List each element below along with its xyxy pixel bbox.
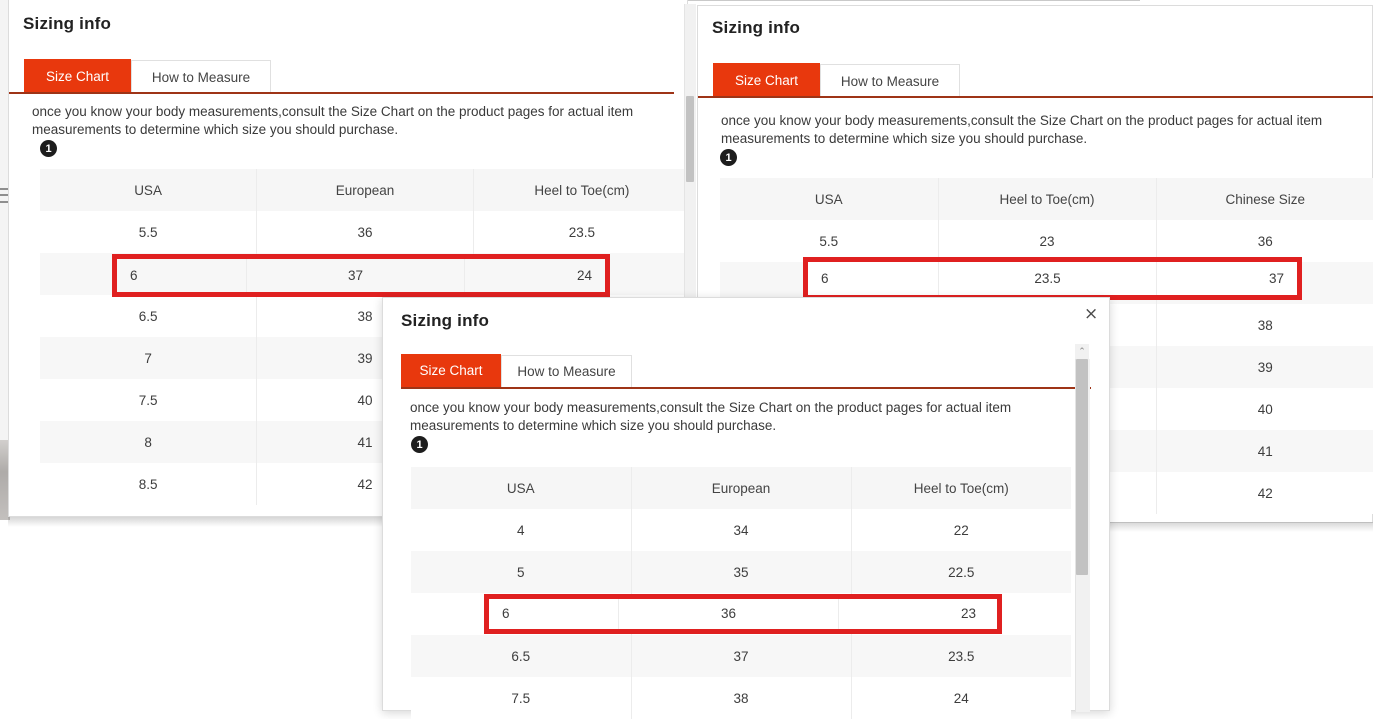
cell-heel-to-toe: 23.5 (851, 635, 1071, 677)
tab-how-to-measure[interactable]: How to Measure (820, 64, 960, 97)
table-header-row: USA Heel to Toe(cm) Chinese Size (720, 178, 1373, 220)
tab-bar[interactable]: Size Chart How to Measure (401, 354, 632, 387)
tab-underline (9, 92, 674, 94)
cell-heel-to-toe: 23.5 (473, 211, 690, 253)
table-row[interactable]: 4 34 22 (411, 509, 1071, 551)
cell-usa: 5.5 (720, 220, 939, 262)
cell-chinese-size: 42 (1156, 472, 1373, 514)
highlighted-row-front: 6 36 23 (489, 598, 989, 629)
tab-underline (401, 387, 1091, 389)
description-text: once you know your body measurements,con… (32, 104, 634, 137)
cell-usa: 6.5 (411, 635, 632, 677)
tab-bar[interactable]: Size Chart How to Measure (713, 63, 960, 97)
page-title: Sizing info (23, 14, 112, 33)
scrollbar-thumb-front-dialog[interactable] (1076, 359, 1088, 575)
description-text: once you know your body measurements,con… (410, 400, 1012, 433)
description-text: once you know your body measurements,con… (721, 113, 1323, 146)
cell-usa: 8 (40, 421, 258, 463)
size-table-head: USA European Heel to Toe(cm) (40, 169, 690, 211)
tab-bar[interactable]: Size Chart How to Measure (24, 59, 271, 93)
table-row[interactable]: 5 35 22.5 (411, 551, 1071, 593)
column-header: USA (720, 178, 939, 220)
table-header-row: USA European Heel to Toe(cm) (411, 467, 1071, 509)
highlighted-row-left: 6 37 24 (117, 259, 605, 292)
column-header: European (631, 467, 852, 509)
step-badge: 1 (40, 140, 57, 157)
size-table-head: USA Heel to Toe(cm) Chinese Size (720, 178, 1373, 220)
tab-size-chart[interactable]: Size Chart (713, 63, 820, 97)
tab-size-chart[interactable]: Size Chart (24, 59, 131, 93)
cell-usa: 5.5 (40, 211, 258, 253)
column-header: Heel to Toe(cm) (938, 178, 1157, 220)
size-table: USA European Heel to Toe(cm) 4 34 22 5 3… (411, 467, 1071, 719)
table-row[interactable]: 6.5 37 23.5 (411, 635, 1071, 677)
cell-usa: 6.5 (40, 295, 258, 337)
cell-european: 35 (631, 551, 852, 593)
tab-underline (698, 96, 1373, 98)
cell-european: 36 (256, 211, 474, 253)
sizing-info-dialog-front[interactable]: Sizing info × Size Chart How to Measure … (382, 297, 1110, 719)
cell-usa: 7 (40, 337, 258, 379)
cell-heel-to-toe: 23.5 (939, 262, 1157, 295)
cell-heel-to-toe: 23 (938, 220, 1157, 262)
cell-chinese-size: 37 (1268, 271, 1284, 286)
cell-usa: 8.5 (40, 463, 258, 505)
column-header: Heel to Toe(cm) (851, 467, 1071, 509)
page-title: Sizing info (712, 18, 801, 37)
step-badge: 1 (411, 436, 428, 453)
cell-heel-to-toe: 22 (851, 509, 1071, 551)
close-icon[interactable]: × (1084, 306, 1098, 323)
cell-european: 37 (631, 635, 852, 677)
scrollbar-thumb-left-dialog[interactable] (686, 96, 694, 182)
column-header: USA (411, 467, 632, 509)
cell-european: 34 (631, 509, 852, 551)
cell-usa: 7.5 (411, 677, 632, 719)
size-table-wrapper: USA European Heel to Toe(cm) 4 34 22 5 3… (411, 467, 1071, 719)
highlighted-row-right: 6 23.5 37 (808, 262, 1297, 295)
cell-chinese-size: 38 (1156, 304, 1373, 346)
table-row[interactable]: 7.5 38 24 (411, 677, 1071, 719)
step-badge: 1 (720, 149, 737, 166)
tab-size-chart[interactable]: Size Chart (401, 354, 501, 387)
tab-how-to-measure[interactable]: How to Measure (501, 355, 632, 387)
cell-chinese-size: 36 (1156, 220, 1373, 262)
cell-european: 38 (631, 677, 852, 719)
cell-usa: 6 (489, 598, 619, 629)
column-header: Heel to Toe(cm) (473, 169, 690, 211)
cell-european: 37 (247, 259, 465, 292)
cell-chinese-size: 41 (1156, 430, 1373, 472)
table-header-row: USA European Heel to Toe(cm) (40, 169, 690, 211)
column-header: Chinese Size (1156, 178, 1373, 220)
cell-european: 36 (619, 598, 839, 629)
table-row[interactable]: 5.5 36 23.5 (40, 211, 690, 253)
cell-usa: 7.5 (40, 379, 258, 421)
cell-heel-to-toe: 24 (576, 268, 592, 283)
cell-chinese-size: 40 (1156, 388, 1373, 430)
size-table-head: USA European Heel to Toe(cm) (411, 467, 1071, 509)
tab-how-to-measure[interactable]: How to Measure (131, 60, 271, 93)
cell-usa: 5 (411, 551, 632, 593)
table-row[interactable]: 5.5 23 36 (720, 220, 1373, 262)
cell-chinese-size: 39 (1156, 346, 1373, 388)
cell-usa: 6 (808, 262, 939, 295)
cell-heel-to-toe: 22.5 (851, 551, 1071, 593)
page-title: Sizing info (401, 311, 490, 330)
column-header: USA (40, 169, 258, 211)
cell-usa: 6 (117, 259, 247, 292)
scroll-up-arrow-icon[interactable]: ⌃ (1075, 344, 1089, 359)
cell-usa: 4 (411, 509, 632, 551)
column-header: European (256, 169, 474, 211)
cell-heel-to-toe: 23 (960, 606, 976, 621)
cell-heel-to-toe: 24 (851, 677, 1071, 719)
